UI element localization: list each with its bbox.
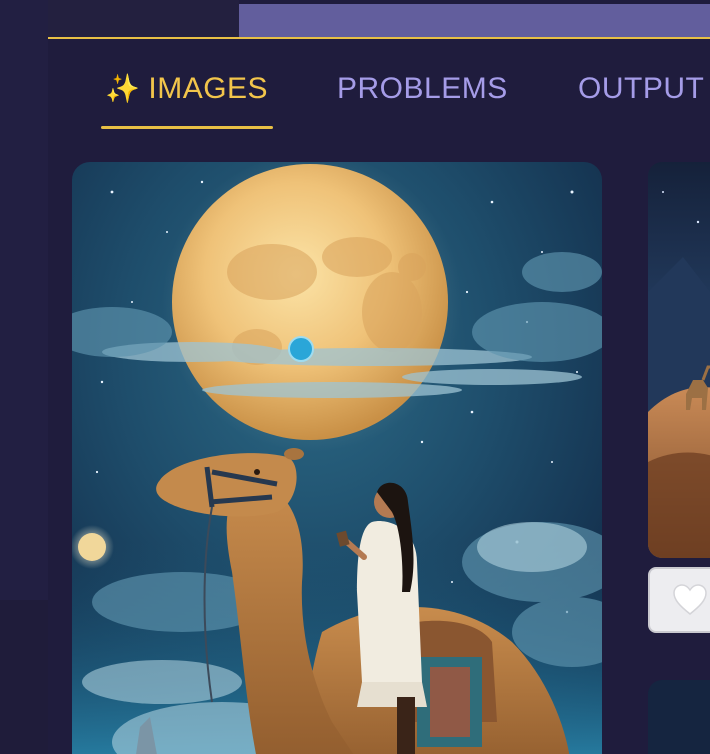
tab-bar: ✨ IMAGES PROBLEMS OUTPUT [48,52,710,132]
tab-images[interactable]: ✨ IMAGES [105,72,268,106]
tab-images-label: IMAGES [148,72,269,105]
top-bar-left [48,0,239,38]
active-tab-indicator [101,126,273,129]
gallery-image-card-3[interactable] [648,680,710,754]
gallery-image-card-2[interactable] [648,162,710,558]
top-divider [48,37,710,39]
like-button[interactable] [648,567,710,633]
top-bar-accent [239,4,710,38]
main-panel: ✨ IMAGES PROBLEMS OUTPUT [48,0,710,754]
tab-output[interactable]: OUTPUT [578,72,704,106]
tab-problems[interactable]: PROBLEMS [337,72,508,106]
heart-icon [673,584,707,615]
left-rail-lower [0,600,48,754]
left-rail [0,0,48,754]
sparkles-icon: ✨ [105,73,141,104]
camel-moon-painting [72,162,602,754]
tab-output-label: OUTPUT [578,72,705,105]
gallery-image-card[interactable] [72,162,602,754]
desert-camel-painting [648,162,710,558]
tab-problems-label: PROBLEMS [337,72,508,105]
